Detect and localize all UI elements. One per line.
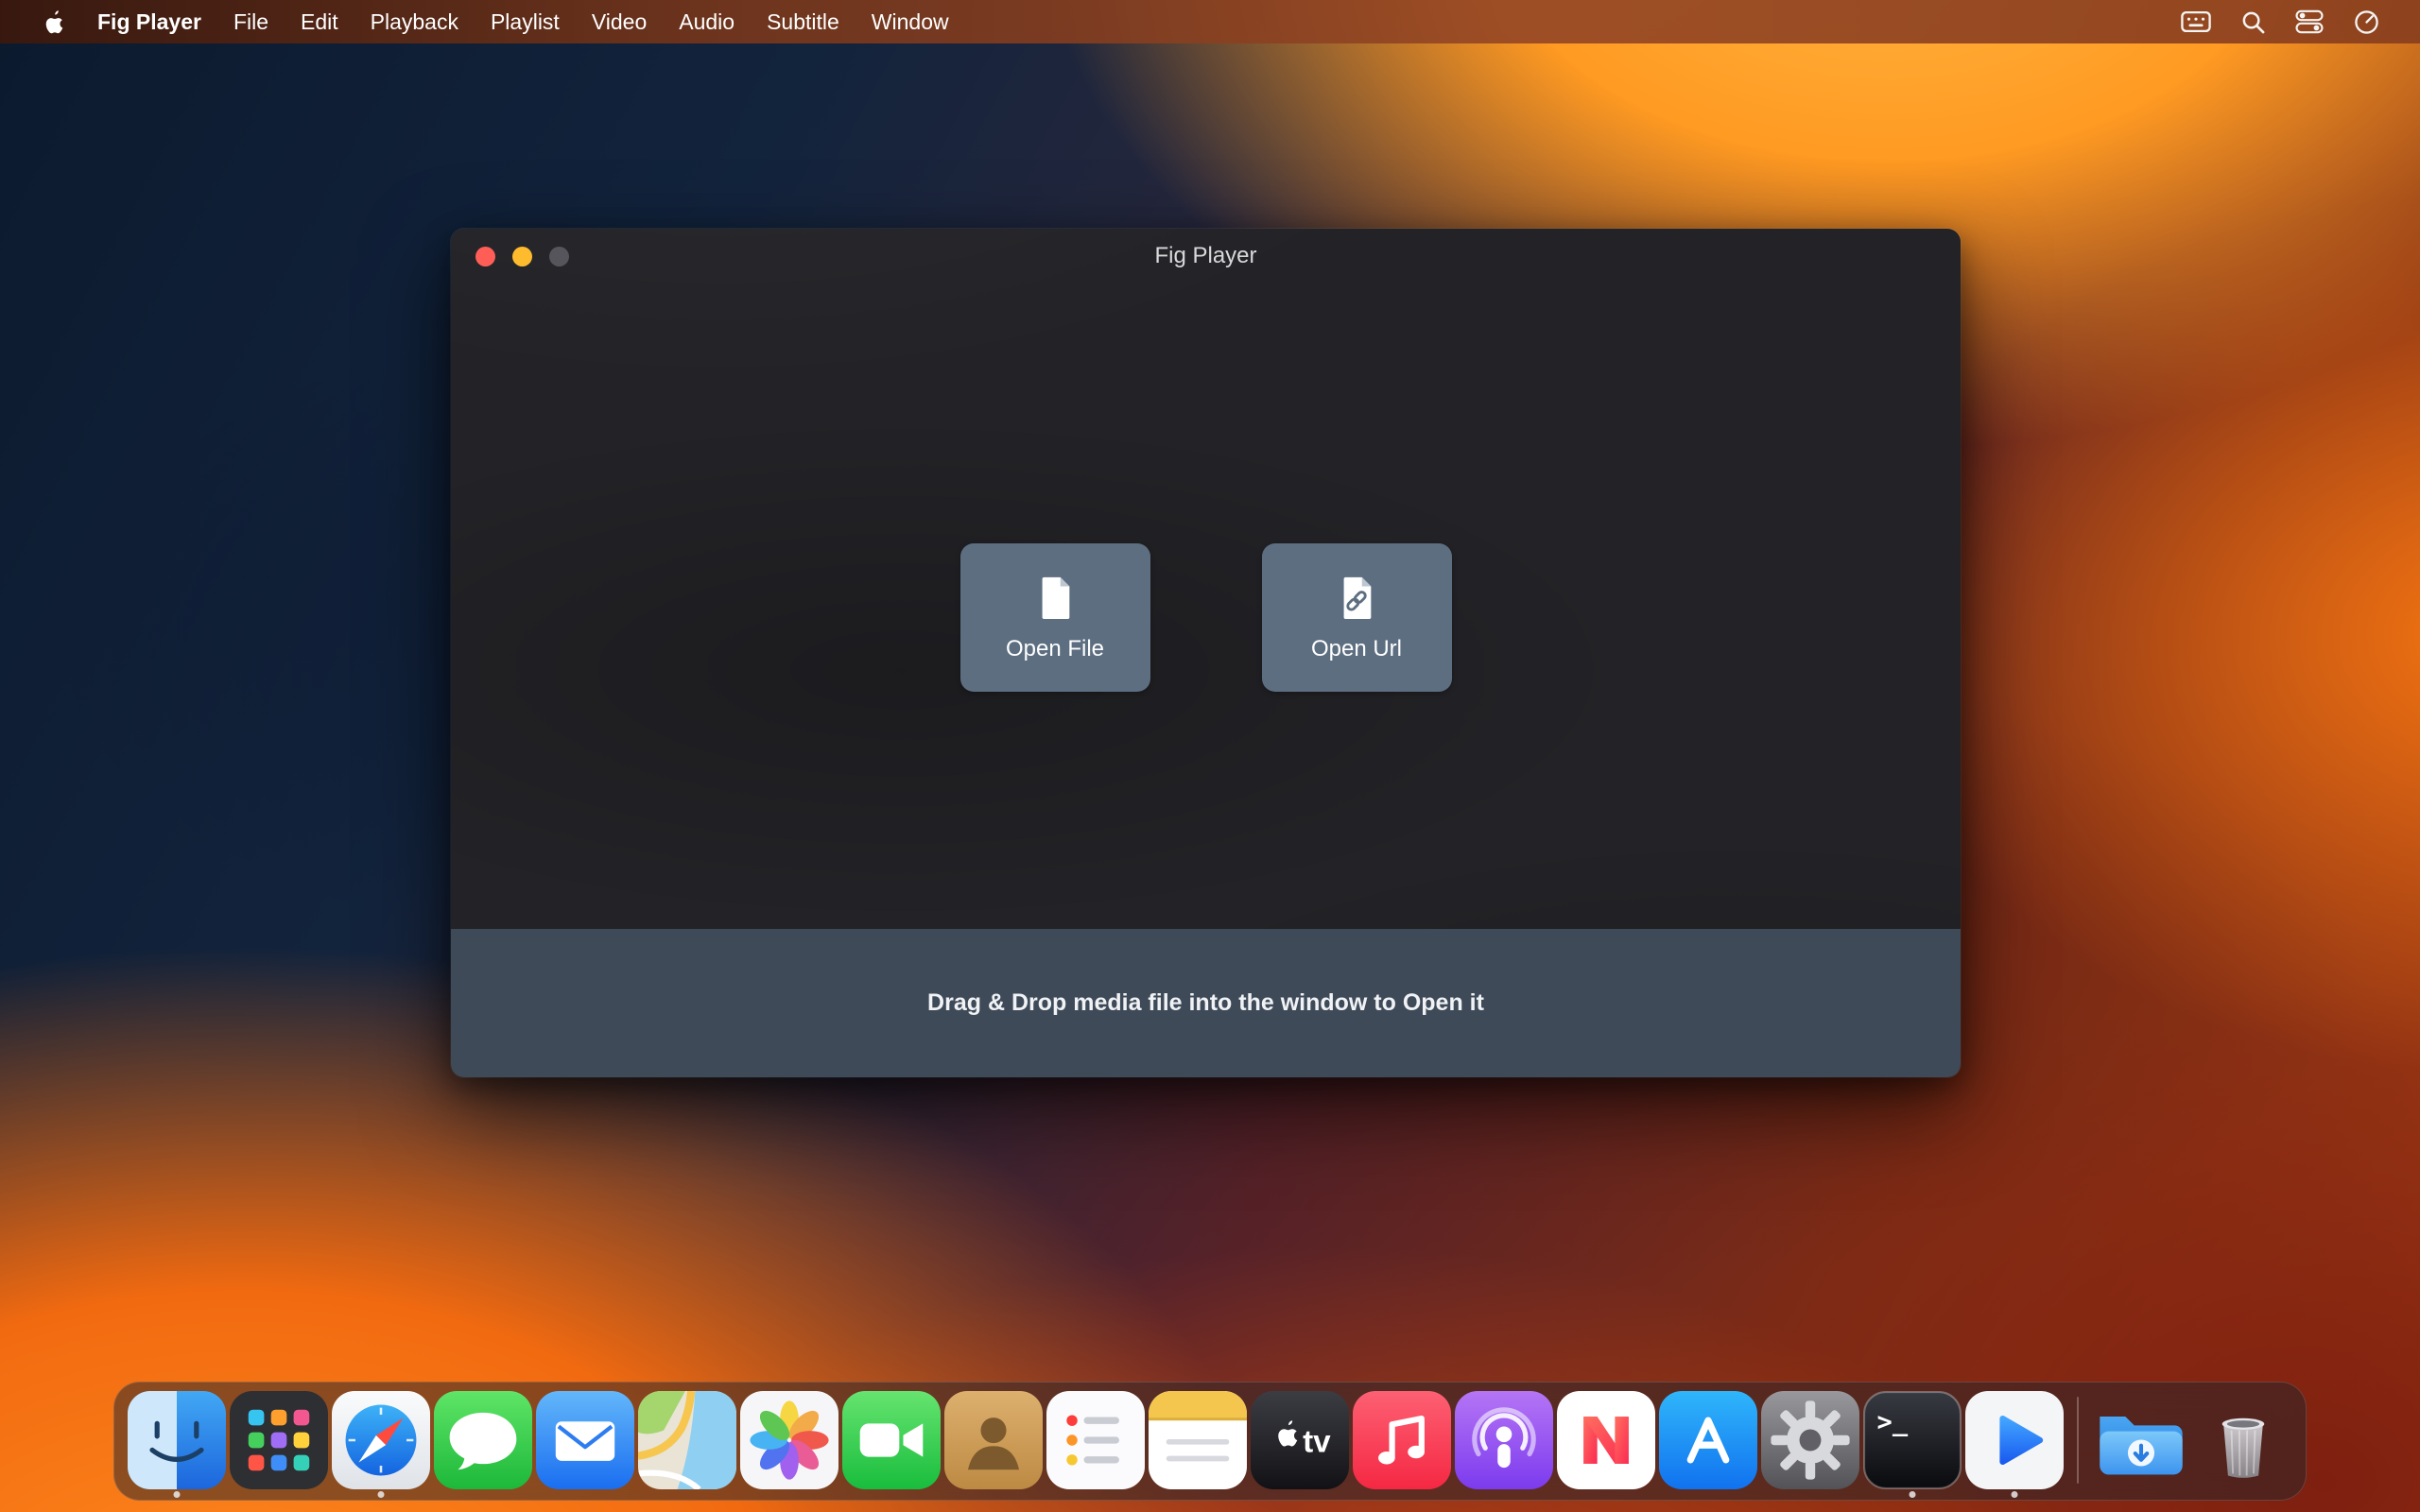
menu-file[interactable]: File: [217, 0, 285, 43]
dock-item-facetime[interactable]: [842, 1391, 941, 1489]
dock-item-apple-tv[interactable]: tv: [1251, 1391, 1349, 1489]
file-document-icon: [1033, 574, 1077, 621]
link-document-icon: [1335, 574, 1378, 621]
menu-subtitle[interactable]: Subtitle: [751, 0, 856, 43]
dock: tv: [113, 1382, 2307, 1501]
dock-item-trash[interactable]: [2194, 1391, 2292, 1489]
window-footer-bar: Drag & Drop media file into the window t…: [451, 929, 1961, 1077]
dock-item-news[interactable]: [1557, 1391, 1655, 1489]
podcasts-icon: [1455, 1391, 1553, 1489]
terminal-icon: >_: [1863, 1391, 1962, 1489]
menu-bar: Fig Player File Edit Playback Playlist V…: [0, 0, 2420, 43]
dock-item-app-store[interactable]: [1659, 1391, 1757, 1489]
messages-icon: [434, 1391, 532, 1489]
downloads-folder-icon: [2092, 1391, 2190, 1489]
safari-icon: [332, 1391, 430, 1489]
dock-item-messages[interactable]: [434, 1391, 532, 1489]
menu-window[interactable]: Window: [856, 0, 965, 43]
music-icon: [1353, 1391, 1451, 1489]
svg-text:tv: tv: [1303, 1424, 1331, 1459]
running-indicator: [2012, 1491, 2018, 1498]
dock-item-music[interactable]: [1353, 1391, 1451, 1489]
apple-menu[interactable]: [26, 0, 81, 43]
menu-bar-left: Fig Player File Edit Playback Playlist V…: [0, 0, 965, 43]
mail-icon: [536, 1391, 634, 1489]
running-indicator: [1910, 1491, 1916, 1498]
dock-item-terminal[interactable]: >_: [1863, 1391, 1962, 1489]
finder-icon: [128, 1391, 226, 1489]
dock-item-photos[interactable]: [740, 1391, 838, 1489]
news-icon: [1557, 1391, 1655, 1489]
dock-item-mail[interactable]: [536, 1391, 634, 1489]
dock-item-downloads[interactable]: [2092, 1391, 2190, 1489]
control-center-icon[interactable]: [2288, 0, 2331, 43]
app-store-icon: [1659, 1391, 1757, 1489]
drop-zone[interactable]: Open File Open Url: [451, 543, 1961, 692]
dock-item-safari[interactable]: [332, 1391, 430, 1489]
menu-bar-status-area: [2174, 0, 2420, 43]
dock-item-notes[interactable]: [1149, 1391, 1247, 1489]
menu-playback[interactable]: Playback: [354, 0, 475, 43]
trash-icon: [2194, 1391, 2292, 1489]
desktop: Fig Player File Edit Playback Playlist V…: [0, 0, 2420, 1512]
menu-video[interactable]: Video: [576, 0, 663, 43]
fig-player-window: Fig Player Open File: [451, 229, 1961, 1077]
running-indicator: [174, 1491, 181, 1498]
close-button[interactable]: [475, 247, 495, 266]
apple-logo-icon: [43, 9, 65, 35]
dock-item-reminders[interactable]: [1046, 1391, 1145, 1489]
launchpad-icon: [230, 1391, 328, 1489]
open-url-label: Open Url: [1311, 636, 1402, 662]
spotlight-icon[interactable]: [2231, 0, 2274, 43]
dock-item-fig-player[interactable]: [1965, 1391, 2064, 1489]
input-source-icon[interactable]: [2174, 0, 2218, 43]
system-settings-icon: [1761, 1391, 1859, 1489]
dock-divider: [2077, 1397, 2079, 1484]
minimize-button[interactable]: [512, 247, 532, 266]
window-title: Fig Player: [451, 229, 1961, 284]
open-url-button[interactable]: Open Url: [1262, 543, 1452, 692]
dock-item-finder[interactable]: [128, 1391, 226, 1489]
dock-item-system-settings[interactable]: [1761, 1391, 1859, 1489]
fig-player-dock-icon: [1965, 1391, 2064, 1489]
dock-item-maps[interactable]: [638, 1391, 736, 1489]
dock-item-contacts[interactable]: [944, 1391, 1043, 1489]
facetime-icon: [842, 1391, 941, 1489]
traffic-lights: [475, 247, 569, 266]
running-indicator: [378, 1491, 385, 1498]
menu-playlist[interactable]: Playlist: [475, 0, 576, 43]
zoom-button[interactable]: [549, 247, 569, 266]
drag-drop-hint: Drag & Drop media file into the window t…: [927, 989, 1484, 1017]
svg-text:>_: >_: [1877, 1408, 1909, 1437]
apple-tv-icon: tv: [1251, 1391, 1349, 1489]
contacts-icon: [944, 1391, 1043, 1489]
window-titlebar[interactable]: Fig Player: [451, 229, 1961, 284]
menu-edit[interactable]: Edit: [285, 0, 354, 43]
notes-icon: [1149, 1391, 1247, 1489]
app-menu-title[interactable]: Fig Player: [81, 0, 217, 43]
open-file-button[interactable]: Open File: [960, 543, 1150, 692]
reminders-icon: [1046, 1391, 1145, 1489]
dock-item-podcasts[interactable]: [1455, 1391, 1553, 1489]
photos-icon: [740, 1391, 838, 1489]
menu-audio[interactable]: Audio: [663, 0, 751, 43]
gauge-icon[interactable]: [2344, 0, 2388, 43]
dock-item-launchpad[interactable]: [230, 1391, 328, 1489]
open-file-label: Open File: [1006, 636, 1104, 662]
maps-icon: [638, 1391, 736, 1489]
